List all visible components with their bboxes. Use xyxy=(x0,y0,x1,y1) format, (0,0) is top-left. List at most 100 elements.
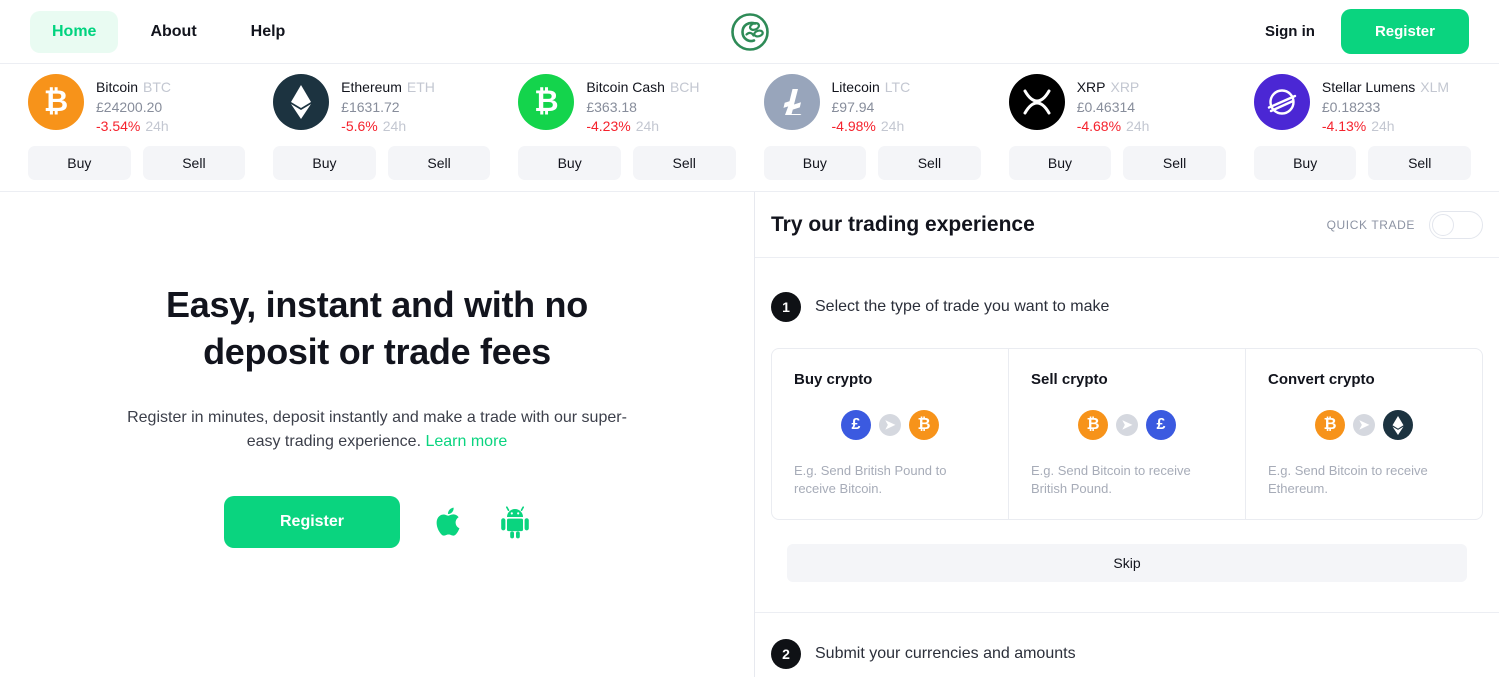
sign-in-link[interactable]: Sign in xyxy=(1265,23,1315,40)
ticker-symbol: LTC xyxy=(884,79,911,95)
learn-more-link[interactable]: Learn more xyxy=(425,433,507,450)
register-button[interactable]: Register xyxy=(1340,9,1469,54)
step-2-block: 2 Submit your currencies and amounts xyxy=(755,613,1499,670)
ticker-change: -4.23% xyxy=(586,118,631,134)
sell-button[interactable]: Sell xyxy=(1368,146,1472,180)
ticker-period: 24h xyxy=(382,118,407,134)
ticker-stellar-lumens: Stellar Lumens XLM £0.18233 -4.13% 24h Buy… xyxy=(1240,74,1485,180)
ticker-name: XRP xyxy=(1076,79,1106,95)
nav-item-about[interactable]: About xyxy=(128,11,218,53)
quick-trade-label: QUICK TRADE xyxy=(1326,217,1415,232)
ticker-period: 24h xyxy=(880,118,905,134)
primary-nav: Home About Help xyxy=(0,10,308,53)
android-store-icon[interactable] xyxy=(500,505,530,539)
buy-button[interactable]: Buy xyxy=(1008,146,1112,180)
ticker-xrp: XRP XRP £0.46314 -4.68% 24h Buy Sell xyxy=(995,74,1240,180)
skip-button[interactable]: Skip xyxy=(787,544,1467,583)
buy-button[interactable]: Buy xyxy=(28,146,131,180)
card-description: E.g. Send Bitcoin to receive Ethereum. xyxy=(1268,463,1428,496)
trade-type-cards: Buy crypto £ ➤ ₿ E.g. Send British Pound… xyxy=(771,348,1483,521)
hero-cta-row: Register xyxy=(127,495,627,548)
sell-button[interactable]: Sell xyxy=(878,146,981,180)
hero-section: Easy, instant and with no deposit or tra… xyxy=(0,192,755,677)
nav-item-home[interactable]: Home xyxy=(30,10,119,53)
ticker-period: 24h xyxy=(635,118,660,134)
bitcoin-icon: ₿ xyxy=(28,74,84,130)
bitcoin-icon: ₿ xyxy=(909,410,939,440)
crypto-leaf-logo[interactable] xyxy=(728,10,772,54)
stellar-icon xyxy=(1253,74,1310,130)
arrow-right-icon: ➤ xyxy=(1116,414,1138,436)
ticker-price: £97.94 xyxy=(831,99,875,115)
step-2-number: 2 xyxy=(771,639,801,670)
ticker-symbol: XLM xyxy=(1420,79,1450,95)
arrow-right-icon: ➤ xyxy=(879,414,901,436)
ticker-symbol: XRP xyxy=(1110,79,1140,95)
card-title: Buy crypto xyxy=(794,371,873,388)
sell-button[interactable]: Sell xyxy=(632,146,736,180)
quick-trade-toggle[interactable] xyxy=(1429,210,1483,239)
litecoin-icon xyxy=(763,74,820,130)
panel-title: Try our trading experience xyxy=(771,212,1035,236)
ethereum-icon xyxy=(1383,410,1413,440)
ticker-price: £0.46314 xyxy=(1076,99,1136,115)
hero-register-button[interactable]: Register xyxy=(223,495,401,548)
ticker-change: -4.68% xyxy=(1076,118,1122,134)
hero-subtext-body: Register in minutes, deposit instantly a… xyxy=(127,408,627,450)
crypto-ticker-row: ₿ Bitcoin BTC £24200.20 -3.54% 24h Buy Sel… xyxy=(0,64,1499,192)
nav-item-help[interactable]: Help xyxy=(229,11,308,53)
trade-card-sell-crypto[interactable]: Sell crypto ₿ ➤ £ E.g. Send Bitcoin to r… xyxy=(1009,349,1246,520)
top-navigation-bar: Home About Help Sign in Register xyxy=(0,0,1499,64)
ticker-change: -4.98% xyxy=(831,118,876,134)
buy-button[interactable]: Buy xyxy=(273,146,376,180)
ticker-change: -4.13% xyxy=(1321,118,1367,134)
ethereum-icon xyxy=(273,74,330,130)
bitcoin-icon: ₿ xyxy=(1315,410,1345,440)
xrp-icon xyxy=(1008,74,1065,130)
main-content: Easy, instant and with no deposit or tra… xyxy=(0,192,1499,677)
header-actions: Sign in Register xyxy=(1265,9,1499,54)
toggle-knob xyxy=(1432,213,1454,236)
ticker-period: 24h xyxy=(145,118,169,134)
ticker-name: Stellar Lumens xyxy=(1321,79,1416,95)
step-1-block: 1 Select the type of trade you want to m… xyxy=(755,258,1499,583)
card-title: Sell crypto xyxy=(1031,371,1108,388)
ticker-change: -3.54% xyxy=(96,118,141,134)
ticker-period: 24h xyxy=(1126,118,1150,134)
ticker-name: Bitcoin xyxy=(96,79,139,95)
buy-button[interactable]: Buy xyxy=(518,146,621,180)
trade-card-buy-crypto[interactable]: Buy crypto £ ➤ ₿ E.g. Send British Pound… xyxy=(772,349,1009,520)
step-1-label: Select the type of trade you want to mak… xyxy=(815,298,1110,315)
ticker-change: -5.6% xyxy=(341,118,378,134)
ticker-period: 24h xyxy=(1371,118,1395,134)
trading-experience-panel: Try our trading experience QUICK TRADE 1… xyxy=(755,192,1499,677)
sell-button[interactable]: Sell xyxy=(1123,146,1226,180)
gbp-icon: £ xyxy=(841,410,871,440)
ticker-symbol: ETH xyxy=(406,79,435,95)
apple-store-icon[interactable] xyxy=(436,505,464,539)
hero-subtext: Register in minutes, deposit instantly a… xyxy=(127,406,627,454)
sell-button[interactable]: Sell xyxy=(387,146,491,180)
ticker-name: Ethereum xyxy=(341,79,402,95)
bitcoin-icon: ₿ xyxy=(1078,410,1108,440)
ticker-bitcoin-cash: ₿ Bitcoin Cash BCH £363.18 -4.23% 24h Buy … xyxy=(504,74,749,180)
card-description: E.g. Send Bitcoin to receive British Pou… xyxy=(1031,463,1191,496)
card-description: E.g. Send British Pound to receive Bitco… xyxy=(794,463,947,496)
buy-button[interactable]: Buy xyxy=(1253,146,1357,180)
trade-card-convert-crypto[interactable]: Convert crypto ₿ ➤ E.g. Send Bitcoin to … xyxy=(1246,349,1482,519)
ticker-bitcoin: ₿ Bitcoin BTC £24200.20 -3.54% 24h Buy Sel… xyxy=(14,74,259,180)
ticker-name: Litecoin xyxy=(831,79,880,95)
ticker-price: £0.18233 xyxy=(1321,99,1381,115)
ticker-price: £24200.20 xyxy=(96,99,163,115)
ticker-litecoin: Litecoin LTC £97.94 -4.98% 24h Buy Sell xyxy=(750,74,995,180)
ticker-price: £363.18 xyxy=(586,99,637,115)
arrow-right-icon: ➤ xyxy=(1353,414,1375,436)
panel-header: Try our trading experience QUICK TRADE xyxy=(755,192,1499,258)
step-1-number: 1 xyxy=(771,292,801,322)
sell-button[interactable]: Sell xyxy=(142,146,246,180)
buy-button[interactable]: Buy xyxy=(763,146,867,180)
ticker-price: £1631.72 xyxy=(341,99,400,115)
ticker-name: Bitcoin Cash xyxy=(586,79,665,95)
hero-heading: Easy, instant and with no deposit or tra… xyxy=(166,284,588,372)
ticker-ethereum: Ethereum ETH £1631.72 -5.6% 24h Buy Sell xyxy=(259,74,504,180)
